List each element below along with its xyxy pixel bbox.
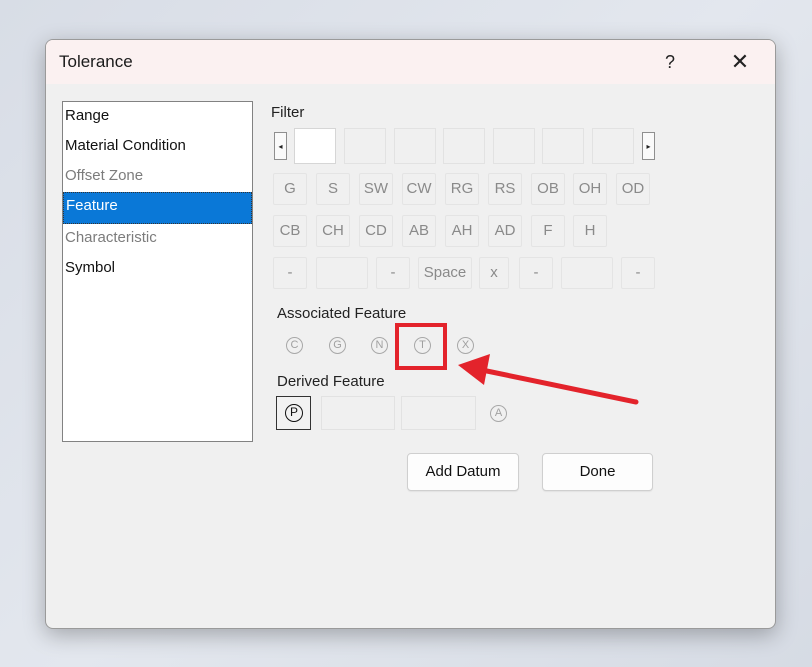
annotation-arrow-icon — [458, 354, 639, 405]
